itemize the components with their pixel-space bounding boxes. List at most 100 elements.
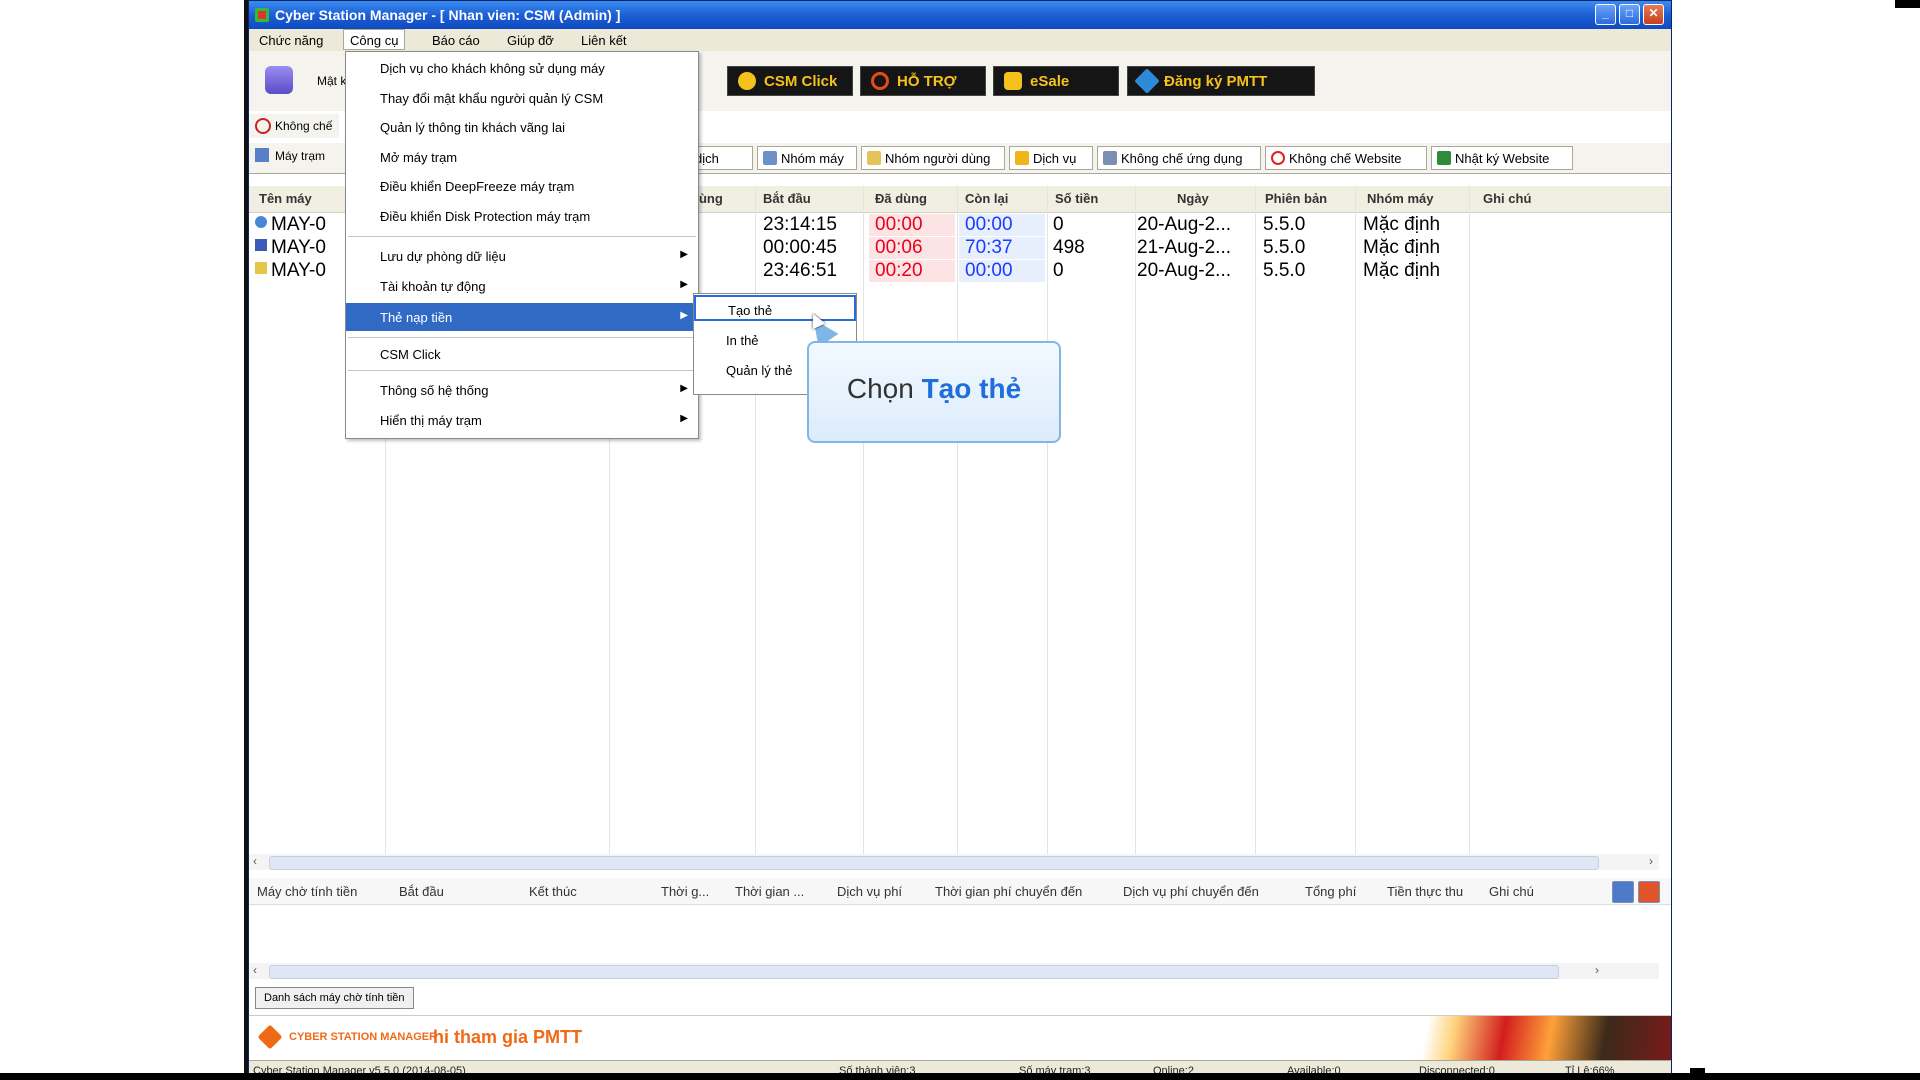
scroll-thumb[interactable]: [269, 856, 1599, 870]
menu-chuc-nang[interactable]: Chức năng: [259, 33, 323, 48]
menu-item-label: Thay đổi mật khẩu người quản lý CSM: [380, 91, 604, 106]
col-may-cho[interactable]: Máy chờ tính tiền: [257, 884, 357, 899]
menu-cong-cu[interactable]: Công cụ: [343, 29, 406, 50]
app-control-icon: [1103, 151, 1117, 165]
letterbox-mark: [1895, 0, 1920, 8]
col-ngay[interactable]: Ngày: [1177, 191, 1209, 206]
grid-hscrollbar[interactable]: ‹ ›: [249, 854, 1659, 870]
toolbar-label[interactable]: Mật k: [317, 74, 346, 88]
menu-item-dich-vu-khach[interactable]: Dịch vụ cho khách không sử dụng máy: [346, 56, 698, 80]
menu-item-the-nap-tien[interactable]: Thẻ nạp tiền ▶: [346, 303, 698, 331]
menu-item-disk-protection[interactable]: Điều khiển Disk Protection máy trạm: [346, 204, 698, 228]
tab-nhat-ky-website[interactable]: Nhật ký Website: [1431, 146, 1573, 170]
tab-dich-vu[interactable]: Dịch vụ: [1009, 146, 1093, 170]
grid-line: [1047, 186, 1048, 856]
col-dich-vu-phi[interactable]: Dịch vụ phí: [837, 884, 902, 899]
menu-item-hien-thi-may-tram[interactable]: Hiển thị máy trạm ▶: [346, 408, 698, 432]
app-window: Cyber Station Manager - [ Nhan vien: CSM…: [248, 0, 1672, 1080]
csm-click-button[interactable]: CSM Click: [727, 66, 853, 96]
tools-menu: Dịch vụ cho khách không sử dụng máy Thay…: [345, 51, 699, 439]
col-dich-vu-phi-chuyen[interactable]: Dịch vụ phí chuyển đến: [1123, 884, 1259, 899]
pending-hscrollbar[interactable]: ‹ ›: [249, 963, 1659, 979]
side-label-may-tram: Máy trạm: [275, 149, 326, 163]
cell-version: 5.5.0: [1263, 237, 1306, 258]
lock-icon[interactable]: [265, 66, 293, 94]
save-icon[interactable]: [1612, 881, 1634, 903]
menu-item-label: Tài khoản tự động: [380, 279, 486, 294]
menu-lien-ket[interactable]: Liên kết: [581, 33, 627, 48]
menu-item-luu-du-phong[interactable]: Lưu dự phòng dữ liệu ▶: [346, 244, 698, 268]
esale-icon: [1004, 72, 1022, 90]
menu-item-tai-khoan-tu-dong[interactable]: Tài khoản tự động ▶: [346, 274, 698, 298]
esale-button[interactable]: eSale: [993, 66, 1119, 96]
menu-item-mo-may-tram[interactable]: Mở máy trạm: [346, 145, 698, 169]
col-ghi-chu[interactable]: Ghi chú: [1489, 884, 1534, 899]
scroll-thumb[interactable]: [269, 965, 1559, 979]
col-thoi-g[interactable]: Thời g...: [661, 884, 709, 899]
col-bat-dau[interactable]: Bắt đầu: [763, 191, 811, 206]
submenu-arrow-icon: ▶: [680, 279, 688, 290]
pending-list-button[interactable]: Danh sách máy chờ tính tiền: [255, 987, 414, 1009]
grid-line: [1469, 186, 1470, 856]
cell-used: 00:00: [869, 214, 955, 236]
tab-khong-che-ung-dung[interactable]: Không chế ứng dụng: [1097, 146, 1261, 170]
cell-date: 20-Aug-2...: [1137, 214, 1231, 235]
menu-item-label: CSM Click: [380, 347, 441, 362]
submenu-item-label: Tạo thẻ: [728, 303, 773, 318]
banner-artwork: [1401, 1016, 1671, 1060]
scroll-left-icon[interactable]: ‹: [253, 963, 257, 977]
submenu-item-tao-the[interactable]: Tạo thẻ: [694, 295, 856, 321]
grid-line: [863, 186, 864, 856]
tab-label: Nhóm người dùng: [885, 150, 991, 166]
tab-nhom-nguoi-dung[interactable]: Nhóm người dùng: [861, 146, 1005, 170]
side-item-khong-che[interactable]: Không chế: [249, 114, 339, 138]
minimize-icon: _: [1602, 6, 1609, 20]
col-da-dung[interactable]: Đã dùng: [875, 191, 927, 206]
col-ket-thuc[interactable]: Kết thúc: [529, 884, 577, 899]
menu-item-thong-so[interactable]: Thông số hệ thống ▶: [346, 378, 698, 402]
menu-item-khach-vang-lai[interactable]: Quản lý thông tin khách vãng lai: [346, 115, 698, 139]
col-tien-thuc-thu[interactable]: Tiền thực thu: [1387, 884, 1463, 899]
tab-nhom-may[interactable]: Nhóm máy: [757, 146, 857, 170]
esale-label: eSale: [1030, 72, 1070, 90]
tab-label: Nhóm máy: [781, 150, 844, 166]
tab-khong-che-website[interactable]: Không chế Website: [1265, 146, 1427, 170]
tutorial-callout: Chọn Tạo thẻ: [807, 341, 1061, 443]
col-so-tien[interactable]: Số tiền: [1055, 191, 1098, 206]
register-pmtt-label: Đăng ký PMTT: [1164, 72, 1268, 90]
col-phien-ban[interactable]: Phiên bản: [1265, 191, 1327, 206]
col-ghi-chu[interactable]: Ghi chú: [1483, 191, 1531, 206]
register-pmtt-button[interactable]: Đăng ký PMTT: [1127, 66, 1315, 96]
title-bar[interactable]: Cyber Station Manager - [ Nhan vien: CSM…: [249, 1, 1671, 29]
menu-item-csm-click[interactable]: CSM Click: [346, 342, 698, 366]
col-thoi-gian-phi[interactable]: Thời gian phí chuyển đến: [935, 884, 1082, 899]
pending-grid-header: Máy chờ tính tiền Bắt đầu Kết thúc Thời …: [249, 878, 1671, 905]
side-item-may-tram[interactable]: Máy trạm: [249, 144, 339, 168]
col-ten-may[interactable]: Tên máy: [259, 191, 312, 206]
menu-bao-cao[interactable]: Báo cáo: [432, 33, 480, 48]
promo-banner[interactable]: CYBER STATION MANAGER hi tham gia PMTT: [249, 1015, 1671, 1060]
scroll-right-icon[interactable]: ›: [1595, 963, 1599, 977]
computer-icon: [255, 148, 269, 162]
cell-name: MAY-0: [271, 237, 326, 258]
stop-icon: [255, 118, 271, 134]
maximize-button[interactable]: □: [1619, 4, 1640, 25]
col-nhom-may[interactable]: Nhóm máy: [1367, 191, 1433, 206]
cell-used: 00:20: [869, 260, 955, 282]
menu-item-deepfreeze[interactable]: Điều khiển DeepFreeze máy trạm: [346, 174, 698, 198]
col-thoi-gian[interactable]: Thời gian ...: [735, 884, 804, 899]
submenu-item-label: In thẻ: [726, 333, 759, 348]
delete-icon[interactable]: [1638, 881, 1660, 903]
menu-giup-do[interactable]: Giúp đỡ: [507, 33, 554, 48]
support-label: HỖ TRỢ: [897, 72, 957, 90]
scroll-left-icon[interactable]: ‹: [253, 854, 257, 868]
support-button[interactable]: HỖ TRỢ: [860, 66, 986, 96]
minimize-button[interactable]: _: [1595, 4, 1616, 25]
close-button[interactable]: ✕: [1643, 4, 1664, 25]
col-tong-phi[interactable]: Tổng phí: [1305, 884, 1356, 899]
scroll-right-icon[interactable]: ›: [1649, 854, 1653, 868]
col-con-lai[interactable]: Còn lại: [965, 191, 1008, 206]
station-idle-icon: [255, 262, 267, 274]
menu-item-doi-mat-khau[interactable]: Thay đổi mật khẩu người quản lý CSM: [346, 86, 698, 110]
col-bat-dau[interactable]: Bắt đầu: [399, 884, 444, 899]
